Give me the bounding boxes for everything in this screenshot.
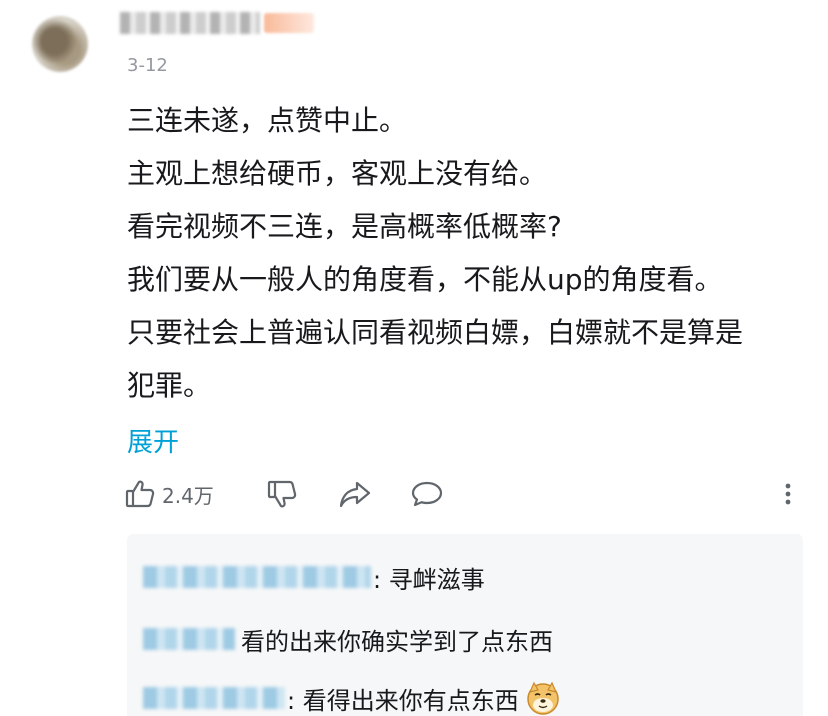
reply-button[interactable] [410, 474, 444, 514]
reply-text: 看的出来你确实学到了点东西 [241, 627, 553, 656]
comment-content: 三连未遂，点赞中止。 主观上想给硬币，客观上没有给。 看完视频不三连，是高概率低… [127, 94, 817, 412]
comment-line: 我们要从一般人的角度看，不能从up的角度看。 [127, 263, 723, 296]
comment-item: 3-12 三连未遂，点赞中止。 主观上想给硬币，客观上没有给。 看完视频不三连，… [0, 0, 828, 716]
reply-item[interactable]: : 寻衅滋事 [143, 557, 485, 597]
more-vertical-icon [780, 478, 796, 510]
like-button[interactable]: 2.4万 [124, 474, 214, 514]
dislike-button[interactable] [266, 474, 298, 514]
comment-line: 看完视频不三连，是高概率低概率? [127, 210, 562, 243]
reply-item[interactable]: : 看得出来你有点东西 [143, 678, 561, 716]
reply-text: : 寻衅滋事 [373, 565, 485, 594]
comment-line: 主观上想给硬币，客观上没有给。 [127, 157, 548, 190]
comment-bubble-icon [410, 478, 444, 510]
comment-line: 三连未遂，点赞中止。 [127, 104, 408, 137]
reply-item[interactable]: 看的出来你确实学到了点东西 [143, 619, 553, 659]
reply-username-blurred[interactable] [143, 566, 371, 588]
share-icon [338, 478, 372, 510]
comment-date: 3-12 [127, 55, 168, 76]
comment-line: 犯罪。 [127, 369, 212, 402]
level-badge [264, 13, 314, 33]
reply-preview-box[interactable]: : 寻衅滋事 看的出来你确实学到了点东西 : 看得出来你有点东西 [127, 534, 803, 716]
doge-emoji-icon [525, 680, 561, 716]
action-bar: 2.4万 [124, 474, 814, 514]
avatar[interactable] [32, 16, 88, 72]
expand-button[interactable]: 展开 [127, 422, 179, 459]
thumb-up-icon [124, 478, 156, 510]
reply-username-blurred[interactable] [143, 628, 235, 650]
reply-username-blurred[interactable] [143, 687, 285, 709]
reply-text: : 看得出来你有点东西 [287, 686, 519, 715]
share-button[interactable] [338, 474, 372, 514]
username-blurred[interactable] [120, 12, 260, 34]
more-button[interactable] [780, 474, 796, 514]
thumb-down-icon [266, 478, 298, 510]
like-count: 2.4万 [162, 483, 214, 508]
comment-line: 只要社会上普遍认同看视频白嫖，白嫖就不是算是 [127, 316, 744, 349]
